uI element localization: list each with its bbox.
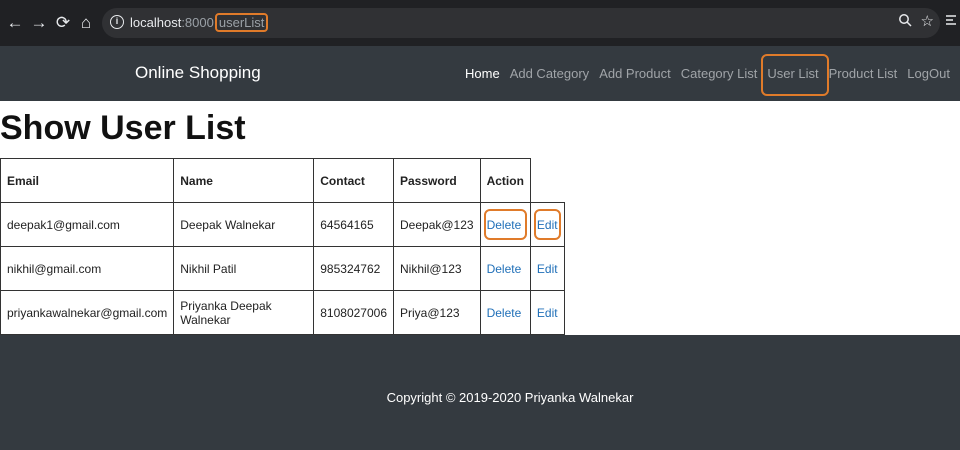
user-table: Email Name Contact Password Action deepa… [0,158,565,335]
delete-link[interactable]: Delete [479,290,531,335]
url-text[interactable]: localhost:8000 userList [130,13,269,32]
cell-name: Priyanka Deepak Walnekar [173,290,315,335]
table-header-row: Email Name Contact Password Action [0,158,565,203]
home-icon[interactable]: ⌂ [76,12,96,34]
delete-label: Delete [486,217,522,232]
column-header-contact: Contact [313,158,394,203]
edit-label: Edit [536,217,558,232]
column-header-email: Email [0,158,175,203]
nav-link-add-category[interactable]: Add Category [510,66,590,81]
delete-link[interactable]: Delete [479,246,531,291]
edit-link[interactable]: Edit [529,202,565,247]
cell-password: Nikhil@123 [393,246,481,291]
brand-title[interactable]: Online Shopping [135,63,261,83]
edit-link[interactable]: Edit [529,246,565,291]
cell-email: nikhil@gmail.com [0,246,175,291]
cell-name: Nikhil Patil [173,246,315,291]
url-path: userList [214,13,269,32]
column-header-password: Password [393,158,481,203]
site-info-icon[interactable]: i [110,15,124,29]
delete-link[interactable]: Delete [479,202,531,247]
cell-password: Priya@123 [393,290,481,335]
cell-contact: 985324762 [313,246,394,291]
table-row: nikhil@gmail.com Nikhil Patil 985324762 … [0,246,565,291]
url-port: :8000 [181,15,214,30]
nav-link-home[interactable]: Home [465,66,500,81]
nav-link-category-list[interactable]: Category List [681,66,758,81]
cell-contact: 8108027006 [313,290,394,335]
cell-password: Deepak@123 [393,202,481,247]
cell-email: deepak1@gmail.com [0,202,175,247]
main-content: Show User List Email Name Contact Passwo… [0,101,960,335]
column-header-name: Name [173,158,315,203]
bookmark-star-icon[interactable]: ☆ [921,12,934,30]
browser-toolbar: ← → ⟳ ⌂ i localhost:8000 userList ☆ [0,0,960,46]
reading-list-icon[interactable] [946,13,960,31]
page-title: Show User List [0,109,246,147]
url-host: localhost [130,15,182,30]
column-header-action: Action [479,158,531,203]
nav-link-user-list[interactable]: User List [761,54,829,96]
nav-link-product-list[interactable]: Product List [829,66,898,81]
nav-link-logout[interactable]: LogOut [907,66,950,81]
site-footer: Copyright © 2019-2020 Priyanka Walnekar [0,335,960,450]
zoom-icon[interactable] [898,13,912,30]
cell-name: Deepak Walnekar [173,202,315,247]
address-bar[interactable]: i localhost:8000 userList ☆ [102,8,940,38]
forward-icon[interactable]: → [29,12,49,34]
table-row: priyankawalnekar@gmail.com Priyanka Deep… [0,290,565,335]
cell-contact: 64564165 [313,202,394,247]
table-row: deepak1@gmail.com Deepak Walnekar 645641… [0,202,565,247]
back-icon[interactable]: ← [5,12,25,34]
reload-icon[interactable]: ⟳ [53,12,73,34]
copyright-text: Copyright © 2019-2020 Priyanka Walnekar [386,390,634,405]
site-navbar: Online Shopping Home Add Category Add Pr… [0,46,960,101]
cell-email: priyankawalnekar@gmail.com [0,290,175,335]
edit-link[interactable]: Edit [529,290,565,335]
nav-links: Home Add Category Add Product Category L… [465,54,960,96]
nav-link-add-product[interactable]: Add Product [599,66,671,81]
